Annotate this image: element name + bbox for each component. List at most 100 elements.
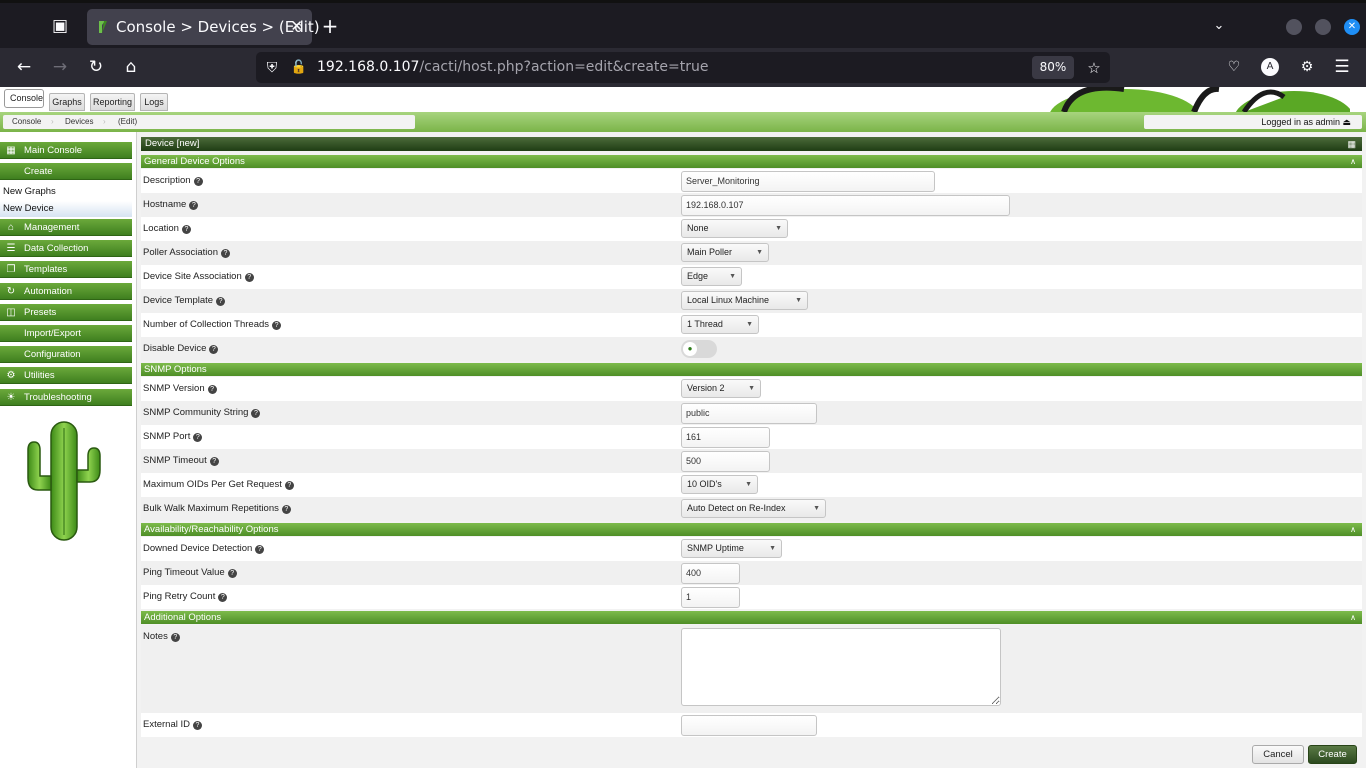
section-availability[interactable]: Availability/Reachability Options ∧ xyxy=(141,523,1362,536)
sidebar-item-templates[interactable]: ❐ Templates xyxy=(0,261,132,278)
help-icon[interactable]: ? xyxy=(220,249,230,258)
max-oids-select[interactable]: 10 OID's ▼ xyxy=(681,475,758,494)
bookmark-star-icon[interactable]: ☆ xyxy=(1084,58,1104,78)
section-additional[interactable]: Additional Options ∧ xyxy=(141,611,1362,624)
help-icon[interactable]: ? xyxy=(170,633,180,642)
row-bulk-walk: Bulk Walk Maximum Repetitions? Auto Dete… xyxy=(141,497,1362,521)
downed-detection-select[interactable]: SNMP Uptime ▼ xyxy=(681,539,782,558)
help-icon[interactable]: ? xyxy=(227,569,237,578)
section-general[interactable]: General Device Options ∧ xyxy=(141,155,1362,168)
help-icon[interactable]: ? xyxy=(216,297,226,306)
description-input[interactable]: Server_Monitoring xyxy=(681,171,935,192)
help-icon[interactable]: ? xyxy=(193,177,203,186)
bulk-walk-select[interactable]: Auto Detect on Re-Index ▼ xyxy=(681,499,826,518)
location-select[interactable]: None ▼ xyxy=(681,219,788,238)
tab-title: Console > Devices > (Edit) xyxy=(116,18,320,36)
sidebar-item-new-graphs[interactable]: New Graphs xyxy=(0,184,132,200)
help-icon[interactable]: ? xyxy=(251,409,261,418)
help-icon[interactable]: ? xyxy=(218,593,228,602)
help-icon[interactable]: ? xyxy=(281,505,291,514)
help-icon[interactable]: ? xyxy=(209,345,219,354)
help-icon[interactable]: ? xyxy=(193,721,202,730)
reload-icon[interactable]: ↻ xyxy=(86,57,106,77)
toggle-knob-icon: ● xyxy=(683,342,697,356)
shield-icon[interactable]: ⛨ xyxy=(262,58,282,78)
url-path: /cacti/host.php?action=edit&create=true xyxy=(419,59,709,75)
help-icon[interactable]: ? xyxy=(244,273,254,282)
help-icon[interactable]: ? xyxy=(209,457,219,466)
ping-timeout-input[interactable]: 400 xyxy=(681,563,740,584)
help-icon[interactable]: ? xyxy=(272,321,282,330)
sidebar-item-data-collection[interactable]: ☰ Data Collection xyxy=(0,240,132,257)
tab-logs[interactable]: Logs xyxy=(140,93,168,111)
help-icon[interactable]: ? xyxy=(255,545,265,554)
snmp-port-input[interactable]: 161 xyxy=(681,427,770,448)
top-tab-band: Console Graphs Reporting Logs xyxy=(0,87,1366,112)
sidebar-item-main-console[interactable]: ▦ Main Console xyxy=(0,142,132,159)
insecure-lock-icon[interactable]: 🔓 xyxy=(289,58,309,78)
help-icon[interactable]: ? xyxy=(284,481,294,490)
sidebar-item-utilities[interactable]: ⚙ Utilities xyxy=(0,367,132,384)
sidebar-item-presets[interactable]: ◫ Presets xyxy=(0,304,132,321)
extensions-icon[interactable]: ⚙ xyxy=(1297,57,1317,77)
columns-icon[interactable]: ▦ xyxy=(1347,137,1356,151)
chevron-down-icon[interactable]: ⌄ xyxy=(1209,16,1229,36)
cancel-button[interactable]: Cancel xyxy=(1252,745,1304,764)
ping-retry-input[interactable]: 1 xyxy=(681,587,740,608)
sidebar-item-create[interactable]: Create xyxy=(0,163,132,180)
collapse-icon[interactable]: ∧ xyxy=(1350,155,1356,168)
login-status[interactable]: Logged in as admin ⏏ xyxy=(1144,115,1362,129)
new-tab-icon[interactable]: + xyxy=(320,16,340,36)
community-input[interactable]: public xyxy=(681,403,817,424)
tab-reporting[interactable]: Reporting xyxy=(90,93,135,111)
collapse-icon[interactable]: ∧ xyxy=(1350,611,1356,624)
row-downed: Downed Device Detection? SNMP Uptime ▼ xyxy=(141,537,1362,561)
home-icon[interactable]: ⌂ xyxy=(121,57,141,77)
minimize-icon[interactable] xyxy=(1286,19,1302,35)
sidebar-item-configuration[interactable]: Configuration xyxy=(0,346,132,363)
account-avatar-icon[interactable]: A xyxy=(1261,58,1279,76)
close-tab-icon[interactable]: ✕ xyxy=(290,17,303,35)
section-snmp[interactable]: SNMP Options xyxy=(141,363,1362,376)
browser-tab[interactable]: Console > Devices > (Edit) ✕ xyxy=(87,9,320,45)
zoom-indicator[interactable]: 80% xyxy=(1032,56,1074,79)
threads-select[interactable]: 1 Thread ▼ xyxy=(681,315,759,334)
external-id-input[interactable] xyxy=(681,715,817,736)
sidebar-item-troubleshooting[interactable]: ☀ Troubleshooting xyxy=(0,389,132,406)
sidebar-item-new-device[interactable]: New Device xyxy=(0,201,132,217)
sidebar-item-automation[interactable]: ↻ Automation xyxy=(0,283,132,300)
tab-console[interactable]: Console xyxy=(4,89,44,108)
form-title: Device [new] xyxy=(145,138,200,149)
url-bar[interactable]: ⛨ 🔓 192.168.0.107/cacti/host.php?action=… xyxy=(256,52,1110,83)
sidebar: ▦ Main Console Create New Graphs New Devi… xyxy=(0,132,137,768)
breadcrumb-console[interactable]: Console xyxy=(12,117,41,126)
menu-hamburger-icon[interactable]: ☰ xyxy=(1332,57,1352,77)
help-icon[interactable]: ? xyxy=(207,385,217,394)
notes-textarea[interactable] xyxy=(681,628,1001,706)
pocket-icon[interactable]: ♡ xyxy=(1224,57,1244,77)
tab-list-icon[interactable]: ▣ xyxy=(50,16,70,36)
sidebar-item-management[interactable]: ⌂ Management xyxy=(0,219,132,236)
create-button[interactable]: Create xyxy=(1308,745,1357,764)
back-icon[interactable]: ← xyxy=(14,57,34,77)
snmp-timeout-input[interactable]: 500 xyxy=(681,451,770,472)
maximize-icon[interactable] xyxy=(1315,19,1331,35)
hostname-input[interactable]: 192.168.0.107 xyxy=(681,195,1010,216)
breadcrumb-devices[interactable]: Devices xyxy=(65,117,93,126)
sidebar-item-import-export[interactable]: Import/Export xyxy=(0,325,132,342)
cacti-banner-logo-icon xyxy=(1050,87,1350,112)
help-icon[interactable]: ? xyxy=(181,225,191,234)
snmp-version-select[interactable]: Version 2 ▼ xyxy=(681,379,761,398)
disable-device-toggle[interactable]: ● xyxy=(681,340,717,358)
forward-icon[interactable]: → xyxy=(50,57,70,77)
url-host: 192.168.0.107 xyxy=(317,59,420,75)
poller-select[interactable]: Main Poller ▼ xyxy=(681,243,769,262)
collapse-icon[interactable]: ∧ xyxy=(1350,523,1356,536)
close-window-icon[interactable]: ✕ xyxy=(1344,19,1360,35)
template-select[interactable]: Local Linux Machine ▼ xyxy=(681,291,808,310)
chevron-down-icon: ▼ xyxy=(745,481,752,488)
site-select[interactable]: Edge ▼ xyxy=(681,267,742,286)
tab-graphs[interactable]: Graphs xyxy=(49,93,85,111)
help-icon[interactable]: ? xyxy=(193,433,203,442)
help-icon[interactable]: ? xyxy=(189,201,199,210)
